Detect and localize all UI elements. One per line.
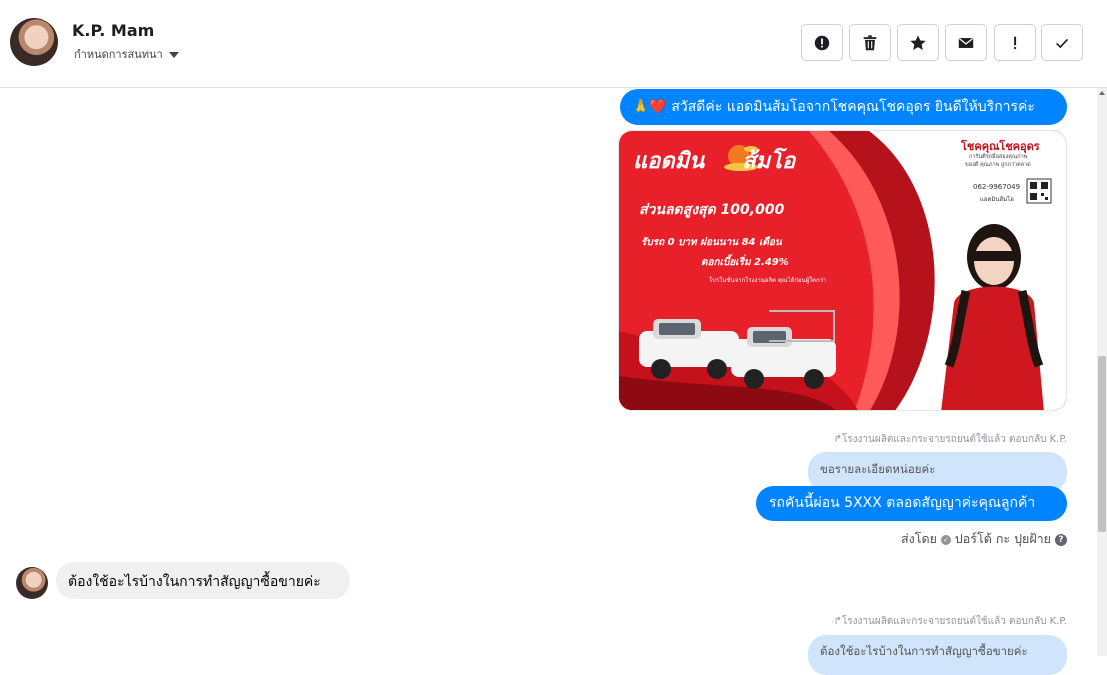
checkmark-icon: [1056, 38, 1068, 48]
trash-icon: [863, 34, 877, 50]
ad-company-sub2: ของดี คุณภาพ ถูกกว่าตลาด: [965, 162, 1031, 168]
ad-brand-text: แอดมิน ส้มโอ: [633, 149, 796, 174]
ad-phone-label: แอดมินส้มโอ: [980, 196, 1014, 203]
reply-arrow-icon: ↱: [833, 434, 842, 445]
ad-phone: 062-9967049: [973, 183, 1021, 191]
star-button[interactable]: [897, 24, 939, 61]
reply-text-1: รถคันนี้ผ่อน 5XXX ตลอดสัญญาค่ะคุณลูกค้า: [769, 495, 1036, 511]
ad-headline: ส่วนลดสูงสุด 100,000: [639, 202, 785, 218]
follow-up-button[interactable]: [994, 24, 1036, 61]
chat-scrollbar[interactable]: [1097, 88, 1107, 656]
envelope-icon: [958, 37, 974, 48]
mark-unread-button[interactable]: [945, 24, 987, 61]
caret-down-icon: [168, 52, 179, 58]
ad-line-3: ดอกเบี้ยเริ่ม 2.49%: [701, 257, 789, 268]
ad-line-4: โปรโมชั่นจากโรงงานผลิต คุณได้ก่อนผู้ใดกว…: [709, 277, 827, 284]
promo-image-attachment[interactable]: แอดมิน ส้มโอ ส่วนลดสูงสุด 100,000 รับรถ 0…: [618, 130, 1067, 411]
conversation-header: K.P. Mam กำหนดการสนทนา: [0, 0, 1107, 88]
assign-label: กำหนดการสนทนา: [74, 48, 163, 61]
spam-button[interactable]: [801, 24, 843, 61]
help-icon[interactable]: ?: [1055, 533, 1067, 546]
ad-company-sub: การันตีรถมือสองคุณภาพ: [969, 154, 1028, 160]
reply-arrow-icon: ↱: [833, 616, 842, 627]
exclamation-icon: [1014, 36, 1017, 49]
contact-name[interactable]: K.P. Mam: [72, 21, 154, 40]
customer-avatar[interactable]: [16, 567, 48, 599]
star-icon: [910, 34, 926, 50]
delete-button[interactable]: [849, 24, 891, 61]
quoted-message-2[interactable]: ต้องใช้อะไรบ้างในการทำสัญญาซื้อขายค่ะ: [808, 635, 1067, 675]
contact-avatar[interactable]: [10, 18, 58, 66]
verified-check-icon: ✓: [940, 534, 951, 545]
sent-by-info: ส่งโดย ✓ ปอร์โต้ กะ ปุยฝ้าย ?: [901, 529, 1067, 549]
message-bubble-customer[interactable]: ต้องใช้อะไรบ้างในการทำสัญญาซื้อขายค่ะ: [56, 562, 350, 599]
customer-message-text: ต้องใช้อะไรบ้างในการทำสัญญาซื้อขายค่ะ: [68, 574, 321, 590]
assign-conversation-dropdown[interactable]: กำหนดการสนทนา: [74, 45, 179, 63]
mark-done-button[interactable]: [1041, 24, 1083, 61]
greeting-text: 🙏❤️ สวัสดีค่ะ แอดมินส้มโอจากโชคคุณโชคอุด…: [632, 99, 1035, 115]
reply-meta-2: ↱โรงงานผลิตและกระจายรถยนต์ใช้แล้ว ตอบกลั…: [833, 616, 1067, 627]
message-bubble-reply-1[interactable]: รถคันนี้ผ่อน 5XXX ตลอดสัญญาค่ะคุณลูกค้า: [756, 486, 1067, 521]
ad-line-2: รับรถ 0 บาท ผ่อนนาน 84 เดือน: [641, 237, 782, 248]
alert-circle-icon: [814, 35, 830, 50]
scroll-up-arrow-icon[interactable]: [1099, 91, 1105, 95]
scrollbar-thumb[interactable]: [1098, 356, 1106, 532]
reply-meta-1: ↱โรงงานผลิตและกระจายรถยนต์ใช้แล้ว ตอบกลั…: [833, 434, 1067, 445]
message-bubble-greeting[interactable]: 🙏❤️ สวัสดีค่ะ แอดมินส้มโอจากโชคคุณโชคอุด…: [620, 89, 1067, 125]
sender-name[interactable]: ปอร์โต้ กะ ปุยฝ้าย: [955, 531, 1051, 546]
